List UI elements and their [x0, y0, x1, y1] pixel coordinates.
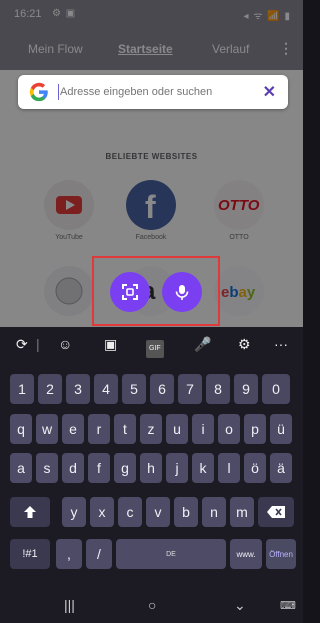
soft-keyboard: ⟳ | ☺ ▣ GIF 🎤 ⚙ ··· 1 2 3 4 5 6 7 8 9 0 … [0, 327, 303, 587]
key-j[interactable]: j [166, 453, 188, 483]
key-e[interactable]: e [62, 414, 84, 444]
text-cursor [58, 84, 59, 100]
key-v[interactable]: v [146, 497, 170, 527]
key-r[interactable]: r [88, 414, 110, 444]
key-o[interactable]: o [218, 414, 240, 444]
address-input[interactable] [60, 81, 250, 103]
key-d[interactable]: d [62, 453, 84, 483]
emoji-icon[interactable]: ☺ [58, 336, 72, 352]
comma-key[interactable]: , [56, 539, 82, 569]
scan-icon [122, 284, 138, 300]
space-key[interactable]: DE [116, 539, 226, 569]
key-s[interactable]: s [36, 453, 58, 483]
shift-key[interactable] [10, 497, 50, 527]
key-x[interactable]: x [90, 497, 114, 527]
symbols-key[interactable]: !#1 [10, 539, 50, 569]
key-z[interactable]: z [140, 414, 162, 444]
system-nav-bar: ||| ○ ⌄ ⌨ [0, 587, 303, 623]
gif-icon[interactable]: GIF [146, 340, 164, 358]
shift-icon [24, 506, 36, 518]
key-c[interactable]: c [118, 497, 142, 527]
more-options-icon[interactable]: ··· [274, 336, 288, 352]
key-0[interactable]: 0 [262, 374, 290, 404]
google-icon [29, 82, 48, 102]
sticker-icon[interactable]: ▣ [104, 336, 117, 352]
key-p[interactable]: p [244, 414, 266, 444]
toolbar-divider: | [36, 336, 40, 352]
backspace-icon [267, 506, 285, 518]
key-7[interactable]: 7 [178, 374, 202, 404]
key-y[interactable]: y [62, 497, 86, 527]
keyboard-switch-icon[interactable]: ⌨ [280, 599, 296, 612]
key-ae[interactable]: ä [270, 453, 292, 483]
key-a[interactable]: a [10, 453, 32, 483]
key-k[interactable]: k [192, 453, 214, 483]
microphone-icon [175, 285, 189, 300]
key-w[interactable]: w [36, 414, 58, 444]
key-6[interactable]: 6 [150, 374, 174, 404]
enter-key[interactable]: Öffnen [266, 539, 296, 569]
key-1[interactable]: 1 [10, 374, 34, 404]
key-5[interactable]: 5 [122, 374, 146, 404]
keyboard-microphone-icon[interactable]: 🎤 [194, 336, 211, 352]
key-m[interactable]: m [230, 497, 254, 527]
key-oe[interactable]: ö [244, 453, 266, 483]
keyboard-settings-icon[interactable]: ⚙ [238, 336, 251, 352]
key-3[interactable]: 3 [66, 374, 90, 404]
www-key[interactable]: www. [230, 539, 262, 569]
key-f[interactable]: f [88, 453, 110, 483]
scan-button[interactable] [110, 272, 150, 312]
keyboard-toolbar: ⟳ | ☺ ▣ GIF 🎤 ⚙ ··· [0, 327, 303, 361]
key-ue[interactable]: ü [270, 414, 292, 444]
key-4[interactable]: 4 [94, 374, 118, 404]
voice-search-button[interactable] [162, 272, 202, 312]
back-icon[interactable]: ⌄ [234, 597, 246, 614]
key-2[interactable]: 2 [38, 374, 62, 404]
keyboard-mode-icon[interactable]: ⟳ [16, 336, 28, 352]
key-h[interactable]: h [140, 453, 162, 483]
key-q[interactable]: q [10, 414, 32, 444]
key-9[interactable]: 9 [234, 374, 258, 404]
home-icon[interactable]: ○ [148, 597, 156, 613]
key-g[interactable]: g [114, 453, 136, 483]
key-n[interactable]: n [202, 497, 226, 527]
key-i[interactable]: i [192, 414, 214, 444]
key-t[interactable]: t [114, 414, 136, 444]
slash-key[interactable]: / [86, 539, 112, 569]
key-l[interactable]: l [218, 453, 240, 483]
address-bar[interactable]: ✕ [18, 75, 288, 109]
key-b[interactable]: b [174, 497, 198, 527]
clear-icon[interactable]: ✕ [263, 82, 276, 102]
recents-icon[interactable]: ||| [64, 597, 75, 613]
key-8[interactable]: 8 [206, 374, 230, 404]
backspace-key[interactable] [258, 497, 294, 527]
key-u[interactable]: u [166, 414, 188, 444]
